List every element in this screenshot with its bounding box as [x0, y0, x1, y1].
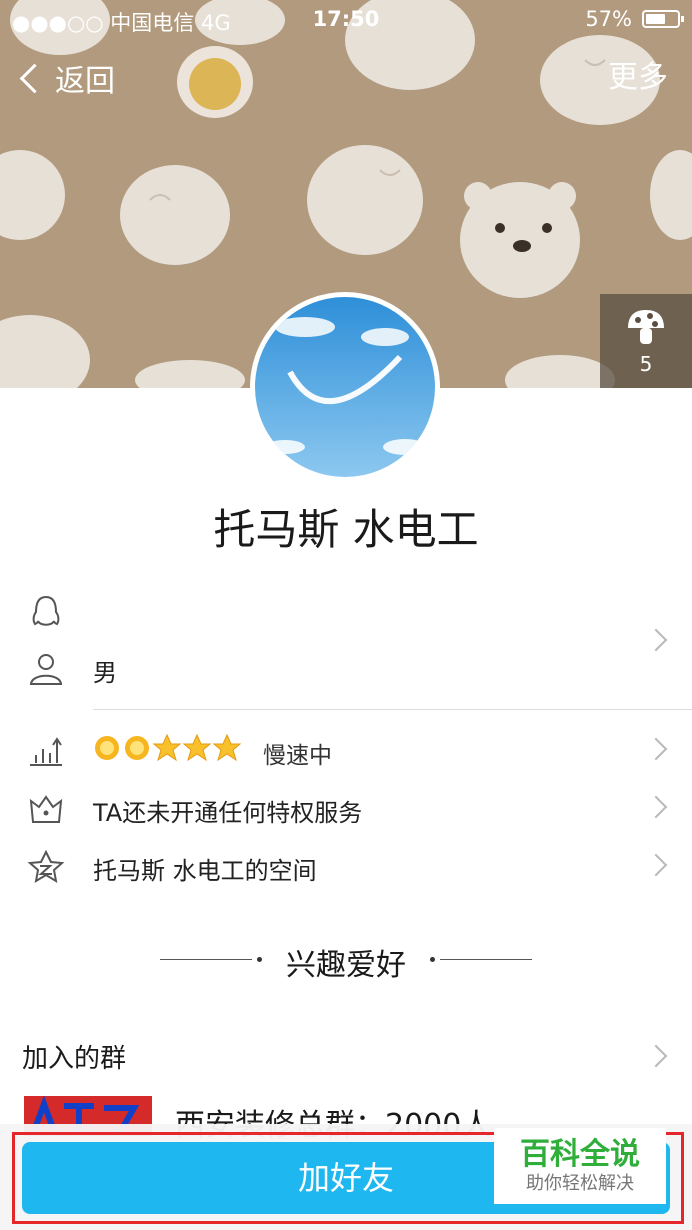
watermark: 百科全说 助你轻松解决: [494, 1128, 666, 1204]
back-button[interactable]: 返回: [16, 56, 115, 100]
star-space-icon: [27, 849, 65, 883]
like-counter[interactable]: 5: [600, 294, 692, 388]
qq-penguin-icon: [32, 595, 60, 626]
mushroom-like-icon: [628, 310, 664, 344]
level-row[interactable]: 慢速中: [0, 723, 692, 779]
sun-level-icon: [125, 736, 149, 760]
chevron-right-icon: [644, 1044, 668, 1068]
sun-level-icon: [95, 736, 119, 760]
chevron-right-icon: [644, 737, 668, 761]
bear-illustration: [460, 182, 580, 298]
chevron-left-icon: [19, 63, 50, 93]
person-icon: [29, 654, 63, 685]
privilege-text: TA还未开通任何特权服务: [93, 799, 363, 827]
star-level-icon: [152, 733, 182, 762]
avatar[interactable]: [250, 292, 440, 482]
profile-name: 托马斯 水电工: [213, 505, 479, 554]
watermark-title: 百科全说: [520, 1137, 640, 1172]
qzone-text: 托马斯 水电工的空间: [93, 857, 317, 885]
level-chart-icon: [30, 737, 62, 766]
star-level-icon: [182, 733, 212, 762]
watermark-subtitle: 助你轻松解决: [526, 1173, 634, 1194]
more-button[interactable]: 更多: [608, 56, 668, 100]
divider: [93, 709, 692, 710]
interests-title: 兴趣爱好: [286, 948, 406, 983]
gender-row[interactable]: 男: [0, 641, 692, 697]
level-status: 慢速中: [263, 743, 332, 769]
level-badges: [92, 733, 242, 763]
chevron-right-icon: [644, 853, 668, 877]
interests-section-title: 兴趣爱好: [0, 940, 692, 983]
star-level-icon: [212, 733, 242, 762]
chevron-right-icon: [644, 795, 668, 819]
dot-icon: [430, 957, 435, 962]
battery-percent: 57%: [585, 7, 632, 31]
gender-value: 男: [93, 659, 117, 687]
divider: [440, 959, 532, 960]
qq-number-row[interactable]: [0, 584, 692, 640]
avatar-image: [255, 297, 435, 477]
crown-icon: [29, 795, 63, 823]
qzone-row[interactable]: 托马斯 水电工的空间: [0, 839, 692, 895]
like-count: 5: [639, 352, 653, 376]
groups-title[interactable]: 加入的群: [22, 1038, 126, 1075]
back-label: 返回: [55, 64, 115, 99]
privilege-row[interactable]: TA还未开通任何特权服务: [0, 781, 692, 837]
status-bar: ●●●○○ 中国电信 4G 17:50 57%: [0, 0, 692, 38]
battery-icon: [642, 10, 684, 28]
